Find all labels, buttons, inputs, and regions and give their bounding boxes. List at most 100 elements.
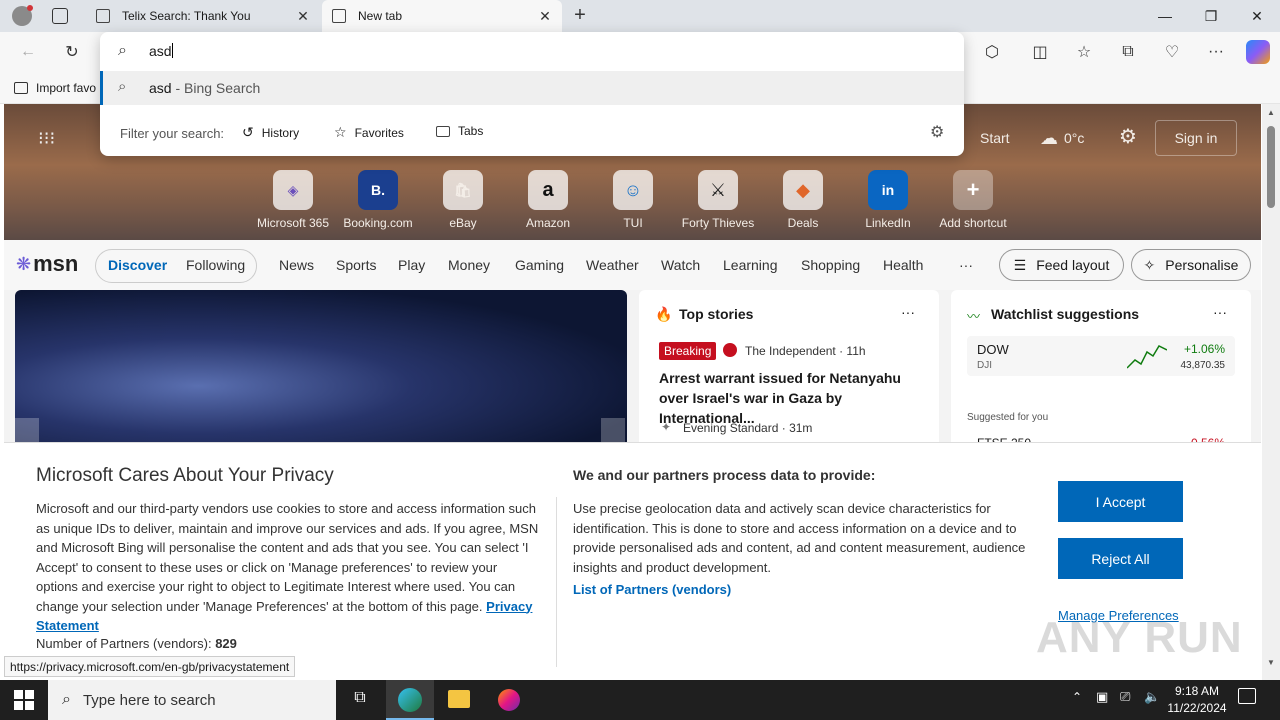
sign-in-button[interactable]: Sign in xyxy=(1155,120,1237,156)
nav-weather[interactable]: Weather xyxy=(586,257,639,273)
search-settings-icon[interactable]: ⚙ xyxy=(930,122,944,142)
temperature: 0°c xyxy=(1064,130,1085,146)
text-cursor xyxy=(171,43,173,58)
address-input[interactable]: asd xyxy=(149,43,929,63)
taskbar-search-box[interactable]: ⌕ Type here to search xyxy=(48,680,336,720)
new-tab-button[interactable]: + xyxy=(568,4,592,28)
shortcut-ebay[interactable]: 🛍 eBay xyxy=(423,170,503,230)
breaking-badge: Breaking xyxy=(659,342,717,360)
amazon-icon: a xyxy=(528,170,568,210)
ebay-icon: 🛍 xyxy=(443,170,483,210)
tab-actions-icon[interactable] xyxy=(52,8,68,24)
shortcut-label: Booking.com xyxy=(343,216,413,230)
minimize-button[interactable]: — xyxy=(1142,0,1188,32)
shortcut-amazon[interactable]: a Amazon xyxy=(508,170,588,230)
top-stories-card: 🔥 Top stories ··· Breaking The Independe… xyxy=(639,290,939,450)
volume-icon[interactable]: 🔈 xyxy=(1144,689,1160,705)
more-options-icon[interactable]: ··· xyxy=(1213,304,1227,320)
shortcut-microsoft-365[interactable]: ◈ Microsoft 365 xyxy=(253,170,333,230)
close-tab-icon[interactable]: ✕ xyxy=(538,8,552,25)
tray-chevron-icon[interactable]: ⌃ xyxy=(1072,690,1082,704)
nav-news[interactable]: News xyxy=(279,257,314,273)
partners-count: Number of Partners (vendors): 829 xyxy=(36,636,237,651)
weather-widget[interactable]: ☁ 0°c xyxy=(1040,126,1084,150)
shortcut-booking[interactable]: B. Booking.com xyxy=(338,170,418,230)
filter-tabs[interactable]: Tabs xyxy=(436,124,483,138)
refresh-button[interactable]: ↻ xyxy=(58,38,86,66)
vendors-link[interactable]: List of Partners (vendors) xyxy=(573,582,731,597)
task-view-icon[interactable]: ⧉ xyxy=(348,689,372,711)
favorites-icon[interactable]: ☆ xyxy=(1070,38,1098,66)
process-body: Use precise geolocation data and activel… xyxy=(573,501,1026,575)
accept-label: I Accept xyxy=(1095,493,1146,510)
extensions-icon[interactable]: ⬡ xyxy=(978,38,1006,66)
nav-money[interactable]: Money xyxy=(448,257,490,273)
story-headline[interactable]: Arrest warrant issued for Netanyahu over… xyxy=(659,368,923,428)
featured-image-card[interactable] xyxy=(15,290,627,450)
windows-start-icon[interactable] xyxy=(14,690,34,710)
filter-favorites[interactable]: ☆ Favorites xyxy=(334,124,404,141)
clock[interactable]: 9:18 AM 11/22/2024 xyxy=(1162,683,1232,717)
tab-new-tab[interactable]: New tab ✕ xyxy=(322,0,562,32)
page-scrollbar[interactable]: ▲ ▼ xyxy=(1262,104,1280,680)
more-options-icon[interactable]: ··· xyxy=(901,304,915,320)
tabs-icon xyxy=(436,125,450,137)
shortcut-forty-thieves[interactable]: ⚔ Forty Thieves xyxy=(678,170,758,230)
accept-button[interactable]: I Accept xyxy=(1058,481,1183,522)
tab-following-label: Following xyxy=(186,257,246,273)
file-explorer-icon[interactable] xyxy=(448,690,470,708)
tab-title: Telix Search: Thank You xyxy=(122,9,251,23)
tab-discover[interactable]: Discover xyxy=(108,257,167,273)
settings-more-icon[interactable]: ··· xyxy=(1202,38,1230,66)
search-icon: ⌕ xyxy=(118,42,127,59)
tray-device-icon[interactable]: ▣ xyxy=(1096,689,1108,705)
firefox-icon[interactable] xyxy=(498,689,520,711)
shortcut-deals[interactable]: ◆ Deals xyxy=(763,170,843,230)
notifications-icon[interactable] xyxy=(1238,688,1256,704)
stock-row[interactable]: DOW DJI +1.06% 43,870.35 xyxy=(967,336,1235,376)
import-favorites[interactable]: Import favo xyxy=(14,78,96,98)
msn-logo-text: msn xyxy=(33,251,79,276)
msn-logo[interactable]: ❋ msn xyxy=(16,249,78,279)
scroll-thumb[interactable] xyxy=(1267,126,1275,208)
restore-button[interactable]: ❐ xyxy=(1188,0,1234,32)
scroll-down-arrow[interactable]: ▼ xyxy=(1267,658,1275,667)
shortcut-label: LinkedIn xyxy=(865,216,911,230)
tab-following[interactable]: Following xyxy=(186,257,245,273)
tab-telix-search[interactable]: Telix Search: Thank You ✕ xyxy=(86,0,320,32)
nav-shopping[interactable]: Shopping xyxy=(801,257,860,273)
nav-watch[interactable]: Watch xyxy=(661,257,700,273)
copilot-icon[interactable] xyxy=(1246,40,1270,64)
feed-layout-button[interactable]: ☰ Feed layout xyxy=(999,249,1124,281)
start-button[interactable]: Start xyxy=(970,124,1010,152)
close-window-button[interactable]: ✕ xyxy=(1234,0,1280,32)
collections-icon[interactable]: ⧉ xyxy=(1114,38,1142,66)
nav-play[interactable]: Play xyxy=(398,257,425,273)
nav-learning[interactable]: Learning xyxy=(723,257,778,273)
nav-health[interactable]: Health xyxy=(883,257,923,273)
apps-grid-icon[interactable]: ⁝⁝⁝ xyxy=(38,128,58,148)
personalise-button[interactable]: ✧ Personalise xyxy=(1131,249,1251,281)
edge-taskbar-icon[interactable] xyxy=(386,680,434,720)
nav-more-button[interactable]: ··· xyxy=(959,257,973,273)
filter-history[interactable]: ↺ History xyxy=(242,124,299,141)
network-icon[interactable]: ⎚ xyxy=(1120,689,1130,705)
deals-icon: ◆ xyxy=(783,170,823,210)
page-settings-icon[interactable]: ⚙ xyxy=(1116,124,1140,148)
nav-gaming[interactable]: Gaming xyxy=(515,257,564,273)
performance-icon[interactable]: ♡ xyxy=(1158,38,1186,66)
shortcut-linkedin[interactable]: in LinkedIn xyxy=(848,170,928,230)
reject-all-button[interactable]: Reject All xyxy=(1058,538,1183,579)
split-screen-icon[interactable]: ◫ xyxy=(1026,38,1054,66)
back-button[interactable]: ← xyxy=(14,38,42,66)
privacy-body: Microsoft and our third-party vendors us… xyxy=(36,499,542,636)
search-icon: ⌕ xyxy=(62,691,71,708)
profile-icon[interactable] xyxy=(12,5,33,26)
nav-sports[interactable]: Sports xyxy=(336,257,376,273)
stock-price: 43,870.35 xyxy=(1180,360,1226,371)
close-tab-icon[interactable]: ✕ xyxy=(296,8,310,25)
add-shortcut-button[interactable]: + Add shortcut xyxy=(933,170,1013,230)
shortcut-tui[interactable]: ☺ TUI xyxy=(593,170,673,230)
scroll-up-arrow[interactable]: ▲ xyxy=(1267,108,1275,117)
suggestion-row[interactable]: ⌕ asd - Bing Search xyxy=(100,71,964,105)
